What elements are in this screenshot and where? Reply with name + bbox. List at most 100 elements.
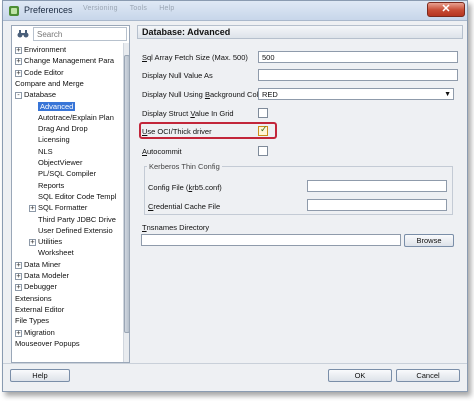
- sql-fetch-size-input[interactable]: 500: [258, 51, 458, 63]
- tree-item[interactable]: + Code Editor: [15, 68, 64, 78]
- settings-panel: Database: Advanced Sql Array Fetch Size …: [137, 25, 463, 363]
- expand-icon[interactable]: +: [15, 261, 22, 269]
- tree-item[interactable]: + Migration: [15, 328, 55, 338]
- tree-item-label: User Defined Extensio: [38, 225, 113, 235]
- struct-value-checkbox[interactable]: [258, 108, 268, 118]
- background-menu: Versioning Tools Help: [83, 5, 184, 12]
- tree-item[interactable]: Licensing: [29, 135, 70, 145]
- autocommit-checkbox[interactable]: [258, 146, 268, 156]
- collapse-icon[interactable]: -: [15, 92, 22, 100]
- selected-value: RED: [262, 90, 278, 99]
- window-title: Preferences: [24, 5, 73, 15]
- label-text: nsnames Directory: [146, 223, 210, 232]
- tree-item[interactable]: + Data Modeler: [15, 271, 69, 281]
- expand-icon[interactable]: +: [15, 284, 22, 292]
- expand-icon[interactable]: +: [15, 47, 22, 54]
- tree-item[interactable]: + Debugger: [15, 282, 57, 292]
- tree-item-label: SQL Editor Code Templ: [38, 191, 117, 201]
- tree-item-label: Licensing: [38, 135, 70, 145]
- tree-item[interactable]: User Defined Extensio: [29, 226, 113, 236]
- expand-icon[interactable]: +: [29, 205, 36, 213]
- tree-item[interactable]: NLS: [29, 147, 53, 157]
- binoculars-icon[interactable]: [17, 29, 29, 39]
- tnsnames-label: Tnsnames Directory: [142, 223, 209, 232]
- tree-item[interactable]: + SQL Formatter: [29, 203, 87, 213]
- expand-icon[interactable]: +: [15, 58, 22, 66]
- ok-button[interactable]: OK: [328, 369, 392, 382]
- tree-item-label: Database: [24, 90, 57, 100]
- label-text: ackground Color: [209, 90, 265, 99]
- background-menu-item: Tools: [129, 5, 148, 12]
- tree-item-label: Third Party JDBC Drive: [38, 214, 116, 224]
- tree-item-label: Drag And Drop: [38, 124, 88, 134]
- label-text: se OCI/Thick driver: [147, 127, 212, 136]
- tree-item-label: Mouseover Popups: [15, 338, 80, 348]
- expand-icon[interactable]: +: [29, 239, 36, 247]
- tree-item-label: Utilities: [38, 237, 63, 247]
- oci-driver-label: Use OCI/Thick driver: [142, 127, 212, 136]
- preferences-dialog: Preferences Versioning Tools Help ✕ +Env…: [2, 0, 468, 392]
- tree-scrollbar[interactable]: [123, 43, 130, 362]
- label-text: Display Null Using: [142, 90, 205, 99]
- tree-item-label: Data Modeler: [24, 271, 70, 280]
- scrollbar-thumb[interactable]: [124, 55, 130, 333]
- tree-item[interactable]: Third Party JDBC Drive: [29, 215, 116, 225]
- help-button[interactable]: Help: [10, 369, 70, 382]
- tree-item[interactable]: Worksheet: [29, 248, 74, 258]
- credential-cache-input[interactable]: [307, 199, 447, 211]
- expand-icon[interactable]: +: [15, 69, 22, 77]
- tree-item-label: SQL Formatter: [38, 203, 88, 213]
- null-background-select[interactable]: RED ▼: [258, 88, 454, 100]
- label-text: Display Struct: [142, 109, 191, 118]
- tree-item-label: Reports: [38, 180, 65, 190]
- tree-item[interactable]: + Environment: [15, 45, 66, 55]
- cancel-button[interactable]: Cancel: [396, 369, 460, 382]
- tree-item[interactable]: Mouseover Popups: [15, 339, 80, 349]
- tree-item[interactable]: Autotrace/Explain Plan: [29, 113, 114, 123]
- category-tree: + Environment + Change Management Para + Code…: [12, 45, 122, 363]
- tree-item[interactable]: Extensions: [15, 294, 52, 304]
- config-file-input[interactable]: [307, 180, 447, 192]
- tree-item[interactable]: + Data Miner: [15, 260, 61, 270]
- bottom-separator: [3, 363, 467, 364]
- null-background-label: Display Null Using Background Color: [142, 90, 265, 99]
- tree-item-label: Worksheet: [38, 248, 74, 258]
- tree-item[interactable]: File Types: [15, 316, 49, 326]
- credential-cache-label: Credential Cache File: [148, 202, 220, 211]
- close-button[interactable]: ✕: [427, 2, 465, 17]
- tree-item[interactable]: - Database: [15, 90, 56, 100]
- tnsnames-input[interactable]: [141, 234, 401, 246]
- tree-item[interactable]: ObjectViewer: [29, 158, 82, 168]
- tree-item-label: Change Management Para: [24, 56, 115, 66]
- expand-icon[interactable]: +: [15, 273, 22, 280]
- tree-item-label: PL/SQL Compiler: [38, 169, 97, 179]
- tree-item[interactable]: Reports: [29, 181, 64, 191]
- browse-button[interactable]: Browse: [404, 234, 454, 247]
- category-panel: +Environment+Change Management Para+Code…: [11, 25, 130, 363]
- tree-item[interactable]: + Change Management Para: [15, 56, 114, 66]
- expand-icon[interactable]: +: [15, 329, 22, 337]
- tree-item-label: Data Miner: [24, 259, 61, 269]
- tree-item-label: ObjectViewer: [38, 158, 83, 167]
- tree-item[interactable]: Drag And Drop: [29, 124, 88, 134]
- oci-driver-checkbox[interactable]: [258, 125, 268, 136]
- tree-item-label: Compare and Merge: [15, 78, 84, 88]
- app-icon: [9, 6, 19, 16]
- background-menu-item: Help: [159, 5, 175, 12]
- tree-item[interactable]: SQL Editor Code Templ: [29, 192, 116, 202]
- tree-item[interactable]: Advanced: [29, 101, 76, 112]
- label-text: alue In Grid: [194, 109, 234, 118]
- tree-item[interactable]: + Utilities: [29, 237, 62, 247]
- search-input[interactable]: [33, 27, 127, 41]
- tree-item[interactable]: External Editor: [15, 305, 64, 315]
- title-bar: Preferences Versioning Tools Help ✕: [3, 1, 467, 21]
- null-value-label: Display Null Value As: [142, 71, 213, 80]
- page-title: Database: Advanced: [137, 25, 463, 39]
- tree-item[interactable]: PL/SQL Compiler: [29, 169, 96, 179]
- tree-item-label: Autotrace/Explain Plan: [38, 112, 114, 122]
- null-value-input[interactable]: [258, 69, 458, 81]
- sql-fetch-size-label: Sql Array Fetch Size (Max. 500): [142, 53, 248, 62]
- label-text: rb5.conf): [192, 183, 222, 192]
- tree-item[interactable]: Compare and Merge: [15, 79, 84, 89]
- label-text: redential Cache File: [153, 202, 221, 211]
